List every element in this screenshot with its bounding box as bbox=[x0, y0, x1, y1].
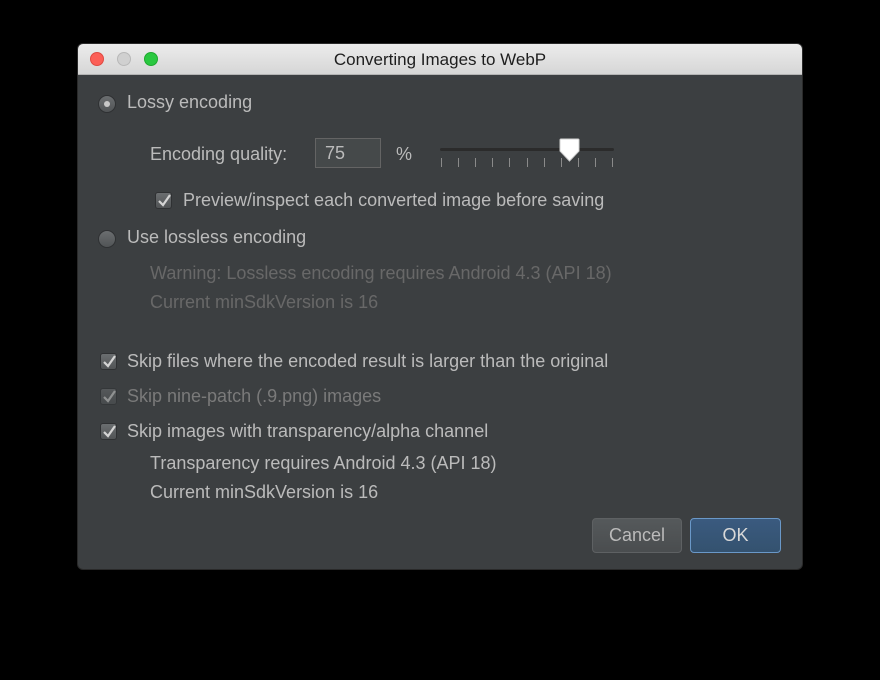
preview-label: Preview/inspect each converted image bef… bbox=[183, 190, 605, 210]
slider-tick bbox=[595, 158, 596, 167]
ok-button[interactable]: OK bbox=[690, 518, 781, 553]
preview-checkbox[interactable] bbox=[155, 192, 172, 209]
radio-selected-dot bbox=[104, 101, 110, 107]
slider-tick bbox=[441, 158, 442, 167]
slider-tick bbox=[527, 158, 528, 167]
slider-tick bbox=[492, 158, 493, 167]
lossless-encoding-radio[interactable] bbox=[98, 230, 116, 248]
webp-dialog: Converting Images to WebP Lossy encoding… bbox=[78, 44, 802, 569]
skip-larger-label: Skip files where the encoded result is l… bbox=[127, 351, 609, 371]
title-bar: Converting Images to WebP bbox=[78, 44, 802, 75]
slider-track[interactable] bbox=[440, 148, 614, 151]
checkmark-icon bbox=[103, 390, 116, 403]
skip-transparency-label: Skip images with transparency/alpha chan… bbox=[127, 421, 489, 441]
lossless-warning-text: Warning: Lossless encoding requires Andr… bbox=[150, 263, 612, 283]
lossy-encoding-label: Lossy encoding bbox=[127, 92, 253, 112]
checkmark-icon bbox=[158, 194, 171, 207]
checkmark-icon bbox=[103, 355, 116, 368]
lossless-encoding-label: Use lossless encoding bbox=[127, 227, 307, 247]
percent-unit-label: % bbox=[396, 144, 413, 164]
skip-larger-checkbox[interactable] bbox=[100, 353, 117, 370]
slider-tick bbox=[458, 158, 459, 167]
skip-ninepatch-label: Skip nine-patch (.9.png) images bbox=[127, 386, 382, 406]
slider-tick bbox=[612, 158, 613, 167]
window-title: Converting Images to WebP bbox=[333, 50, 547, 69]
slider-thumb-icon[interactable] bbox=[559, 138, 580, 162]
encoding-quality-label: Encoding quality: bbox=[150, 144, 288, 164]
cancel-button[interactable]: Cancel bbox=[592, 518, 682, 553]
skip-transparency-checkbox[interactable] bbox=[100, 423, 117, 440]
lossless-min-sdk-text: Current minSdkVersion is 16 bbox=[150, 292, 379, 312]
transparency-min-sdk-text: Current minSdkVersion is 16 bbox=[150, 482, 379, 502]
encoding-quality-input[interactable] bbox=[315, 138, 381, 168]
skip-ninepatch-checkbox bbox=[100, 388, 117, 405]
slider-tick bbox=[475, 158, 476, 167]
lossy-encoding-radio[interactable] bbox=[98, 95, 116, 113]
slider-tick bbox=[544, 158, 545, 167]
checkmark-icon bbox=[103, 425, 116, 438]
transparency-requirement-text: Transparency requires Android 4.3 (API 1… bbox=[150, 453, 497, 473]
slider-tick bbox=[509, 158, 510, 167]
